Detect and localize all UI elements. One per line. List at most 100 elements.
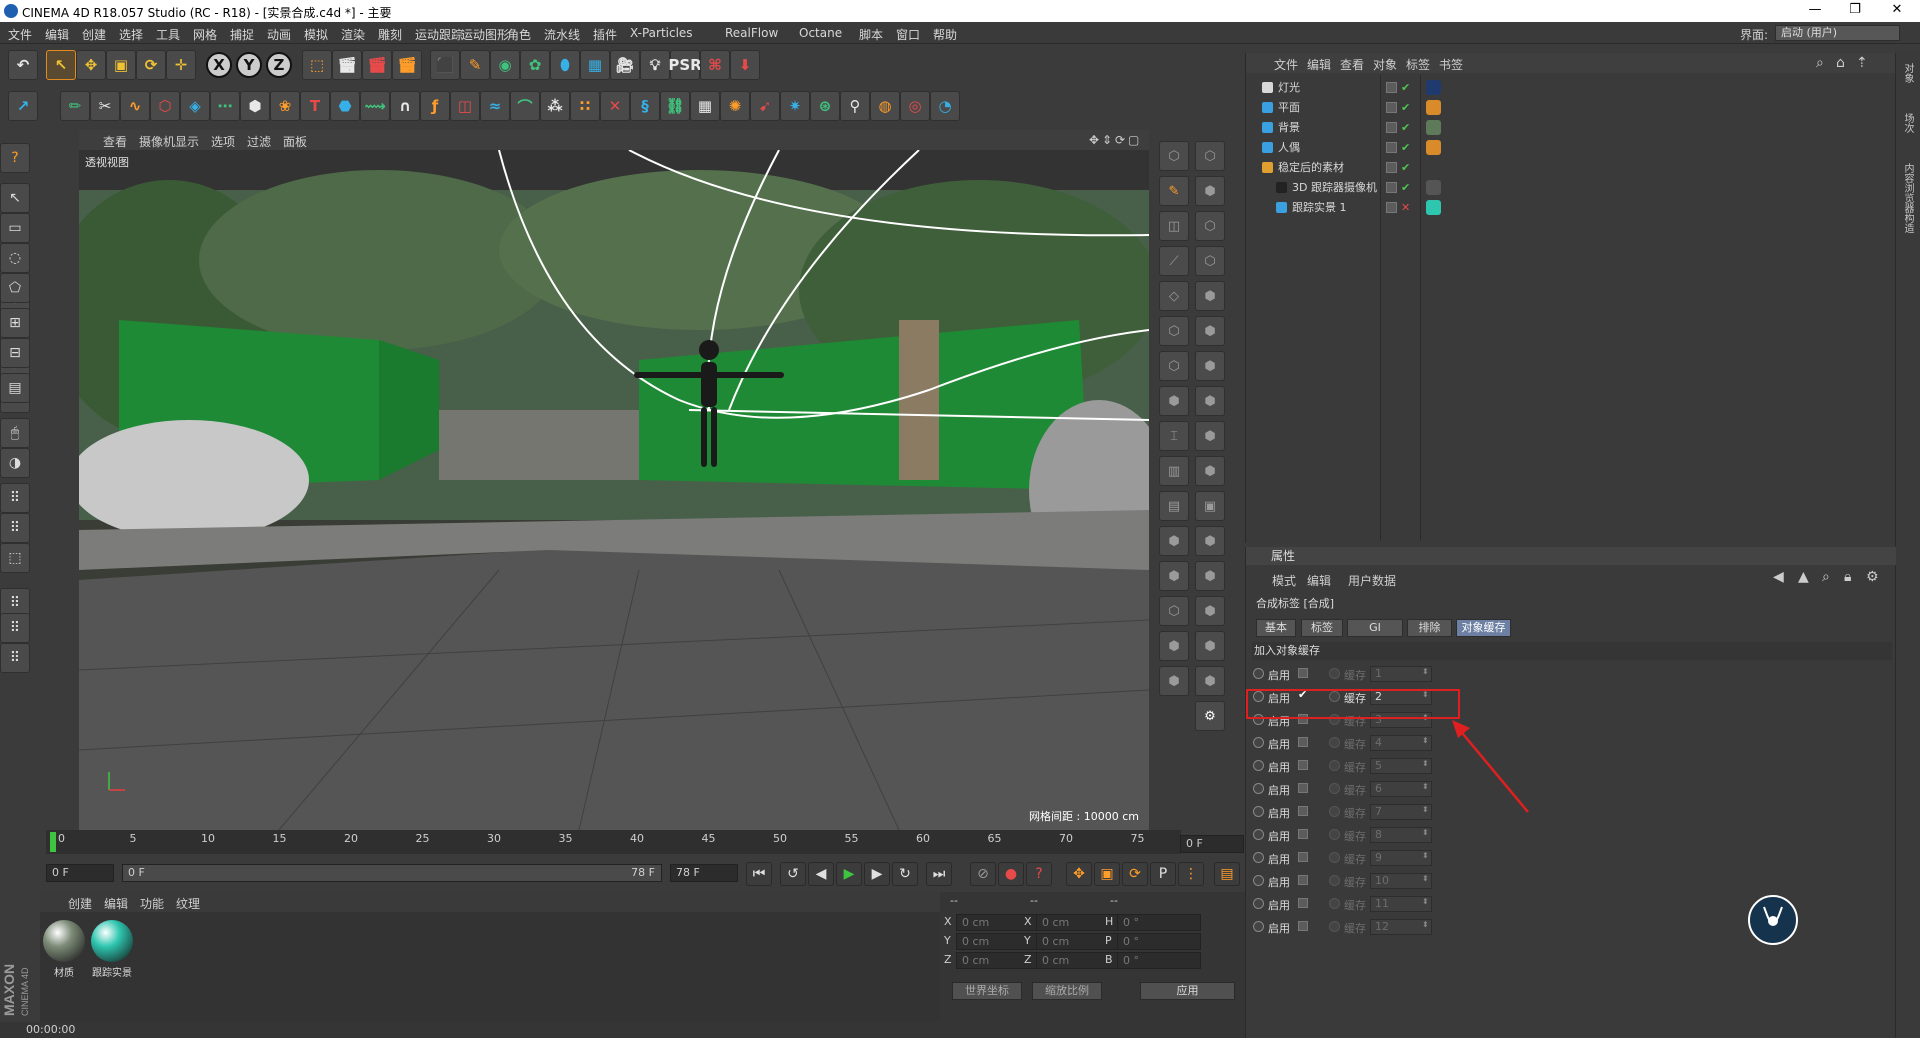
search-icon[interactable]: ⌕ <box>1822 569 1830 585</box>
enable-radio[interactable] <box>1253 783 1264 794</box>
menu-13[interactable]: 角色 <box>507 26 531 43</box>
prev-frame-button[interactable]: ◀ <box>808 862 834 886</box>
move-icon[interactable]: ✥ <box>76 50 106 80</box>
z-axis-icon[interactable]: Z <box>266 52 292 78</box>
menu-15[interactable]: 插件 <box>593 26 617 43</box>
enabled-check[interactable]: ✕ <box>1401 198 1410 217</box>
menu-2[interactable]: 创建 <box>82 26 106 43</box>
menu-16[interactable]: X-Particles <box>630 26 693 40</box>
link-icon[interactable]: ⛓︎ <box>660 91 690 121</box>
object-row[interactable]: 稳定后的素材 ✔ <box>1246 158 1896 177</box>
attr-tab-2[interactable]: GI <box>1347 619 1403 637</box>
spring-icon[interactable]: ⊛ <box>810 91 840 121</box>
viewport-menu-0[interactable]: 查看 <box>103 133 127 150</box>
attr-menu-0[interactable]: 模式 <box>1272 572 1296 589</box>
enable-radio[interactable] <box>1253 829 1264 840</box>
enable-checkbox[interactable] <box>1298 875 1308 885</box>
menu-18[interactable]: Octane <box>799 26 842 40</box>
help-icon[interactable]: ? <box>0 143 30 173</box>
undo-icon[interactable]: ↶ <box>8 50 38 80</box>
rotate-key-icon[interactable]: ⟳ <box>1122 862 1148 886</box>
grid6-icon[interactable]: ⠿ <box>0 643 30 673</box>
tool-column-b-icon-10[interactable]: ▣ <box>1195 491 1225 521</box>
subdivision-icon[interactable]: ◉ <box>490 50 520 80</box>
buffer-radio[interactable] <box>1329 852 1340 863</box>
tool-column-a-icon-9[interactable]: ▥ <box>1159 456 1189 486</box>
stepper-icon[interactable]: ⬍ <box>1422 759 1429 768</box>
wave-icon[interactable]: ≈ <box>480 91 510 121</box>
sds-icon[interactable]: ◈ <box>180 91 210 121</box>
object-menu-1[interactable]: 编辑 <box>1307 56 1331 73</box>
enabled-check[interactable]: ✔ <box>1401 98 1410 117</box>
object-tag[interactable] <box>1426 80 1441 95</box>
stepper-icon[interactable]: ⬍ <box>1422 828 1429 837</box>
menu-11[interactable]: 运动跟踪 <box>415 26 463 43</box>
xref-icon[interactable]: ⌘ <box>700 50 730 80</box>
buffer-radio[interactable] <box>1329 921 1340 932</box>
menu-6[interactable]: 捕捉 <box>230 26 254 43</box>
tweak-icon[interactable]: ▤ <box>0 373 30 403</box>
buffer-radio[interactable] <box>1329 668 1340 679</box>
tool-column-a-icon-11[interactable]: ⬢ <box>1159 526 1189 556</box>
tool-column-b-icon-4[interactable]: ⬢ <box>1195 281 1225 311</box>
live-select-icon[interactable]: ✛ <box>166 50 196 80</box>
enable-radio[interactable] <box>1253 852 1264 863</box>
next-key-button[interactable]: ↻ <box>892 862 918 886</box>
tool-column-b-icon-3[interactable]: ⬡ <box>1195 246 1225 276</box>
tool-column-b-icon-0[interactable]: ⬡ <box>1195 141 1225 171</box>
apply-button[interactable]: 应用 <box>1140 982 1235 1000</box>
stepper-icon[interactable]: ⬍ <box>1422 851 1429 860</box>
visibility-toggle[interactable] <box>1386 182 1397 193</box>
menu-20[interactable]: 窗口 <box>896 26 920 43</box>
tool-column-b-icon-7[interactable]: ⬢ <box>1195 386 1225 416</box>
xp-icon[interactable]: ✺ <box>720 91 750 121</box>
extrude-icon[interactable]: ⬣ <box>330 91 360 121</box>
enabled-check[interactable]: ✔ <box>1401 78 1410 97</box>
buffer-radio[interactable] <box>1329 760 1340 771</box>
visibility-toggle[interactable] <box>1386 162 1397 173</box>
material-menu-0[interactable]: 创建 <box>68 895 92 912</box>
buffer-radio[interactable] <box>1329 898 1340 909</box>
enabled-check[interactable]: ✔ <box>1401 118 1410 137</box>
buffer-radio[interactable] <box>1329 875 1340 886</box>
param-key-icon[interactable]: P <box>1150 862 1176 886</box>
menu-0[interactable]: 文件 <box>8 26 32 43</box>
timeline-window-button[interactable]: ▤ <box>1214 862 1240 886</box>
object-tag[interactable] <box>1426 180 1441 195</box>
pen-icon[interactable]: ✎ <box>460 50 490 80</box>
enable-checkbox[interactable] <box>1298 783 1308 793</box>
cloner-icon[interactable]: ✿ <box>520 50 550 80</box>
material-swatch[interactable]: 材质 <box>42 920 86 984</box>
enable-checkbox[interactable] <box>1298 806 1308 816</box>
object-row[interactable]: 背景 ✔ <box>1246 118 1896 137</box>
buffer-radio[interactable] <box>1329 783 1340 794</box>
object-tag[interactable] <box>1426 200 1441 215</box>
hair-icon[interactable]: ❀ <box>270 91 300 121</box>
close-button[interactable]: ✕ <box>1882 2 1912 20</box>
stepper-icon[interactable]: ⬍ <box>1422 782 1429 791</box>
bend-icon[interactable]: ∩ <box>390 91 420 121</box>
menu-5[interactable]: 网格 <box>193 26 217 43</box>
tool-column-b-icon-1[interactable]: ⬢ <box>1195 176 1225 206</box>
coord-field-c0[interactable]: 0 ° <box>1117 914 1201 931</box>
path-icon[interactable]: ⁂ <box>540 91 570 121</box>
menu-8[interactable]: 模拟 <box>304 26 328 43</box>
menu-19[interactable]: 脚本 <box>859 26 883 43</box>
scale-select[interactable]: 缩放比例 <box>1032 982 1102 1000</box>
object-menu-2[interactable]: 查看 <box>1340 56 1364 73</box>
attr-tab-1[interactable]: 标签 <box>1301 619 1343 637</box>
attr-tab-3[interactable]: 排除 <box>1407 619 1452 637</box>
stepper-icon[interactable]: ⬍ <box>1422 874 1429 883</box>
start-frame-field[interactable]: 0 F <box>46 864 114 882</box>
enable-radio[interactable] <box>1253 898 1264 909</box>
tool-column-b-icon-12[interactable]: ⬢ <box>1195 561 1225 591</box>
cube2-icon[interactable]: ⬢ <box>240 91 270 121</box>
tool-column-a-icon-7[interactable]: ⬢ <box>1159 386 1189 416</box>
lasso-icon[interactable]: ◌ <box>0 243 30 273</box>
pin-icon[interactable]: ⚲ <box>840 91 870 121</box>
dial-icon[interactable]: ◎ <box>900 91 930 121</box>
brush-icon[interactable]: ✏ <box>60 91 90 121</box>
scale-key-icon[interactable]: ▣ <box>1094 862 1120 886</box>
tool-column-a-icon-13[interactable]: ⬡ <box>1159 596 1189 626</box>
tool-column-b-icon-2[interactable]: ⬡ <box>1195 211 1225 241</box>
